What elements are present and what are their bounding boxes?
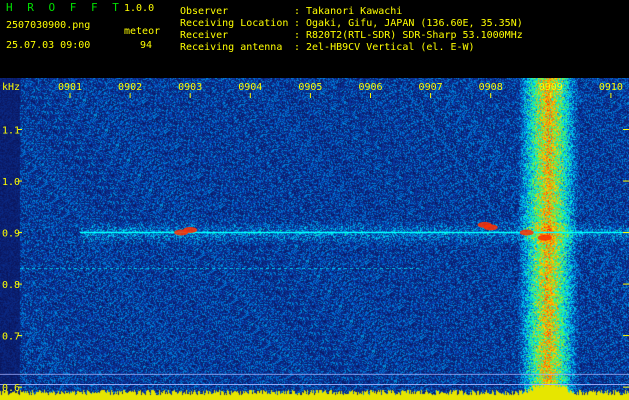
x-tick-label: 0905 — [298, 82, 322, 93]
info-value-location: Ogaki, Gifu, JAPAN (136.60E, 35.35N) — [306, 18, 523, 29]
info-sep: : — [294, 30, 301, 41]
x-tick-label: 0901 — [58, 82, 82, 93]
y-tick-label: 0.8 — [2, 280, 20, 291]
x-tick-label: 0908 — [479, 82, 503, 93]
info-sep: : — [294, 6, 301, 17]
y-tick-label: 1.0 — [2, 177, 20, 188]
x-tick-label: 0910 — [599, 82, 623, 93]
x-tick-label: 0906 — [358, 82, 382, 93]
meteor-echo — [483, 224, 498, 231]
info-key-antenna: Receiving antenna — [180, 42, 283, 53]
y-tick-label: 1.1 — [2, 126, 20, 137]
info-key-observer: Observer — [180, 6, 229, 17]
info-value-receiver: R820T2(RTL-SDR) SDR-Sharp 53.1000MHz — [306, 30, 523, 41]
header-panel: H R O F F T 1.0.0 2507030900.png 25.07.0… — [0, 0, 629, 78]
y-axis-label: kHz — [2, 82, 20, 93]
info-value-antenna: 2el-HB9CV Vertical (el. E-W) — [306, 42, 475, 53]
meteor-count: 94 — [140, 40, 153, 51]
y-tick-label: 0.7 — [2, 332, 20, 343]
meteor-echo — [519, 229, 534, 236]
x-tick-label: 0907 — [419, 82, 443, 93]
y-tick-label: 0.9 — [2, 229, 20, 240]
meteor-label: meteor — [124, 26, 161, 37]
file-name: 2507030900.png — [6, 20, 91, 31]
info-value-observer: Takanori Kawachi — [306, 6, 403, 17]
x-tick-label: 0903 — [178, 82, 202, 93]
y-tick-label: 0.6 — [2, 383, 20, 394]
meteor-echo — [183, 226, 198, 233]
info-sep: : — [294, 42, 301, 53]
x-tick-label: 0904 — [238, 82, 262, 93]
x-tick-label: 0902 — [118, 82, 142, 93]
x-tick-label: 0909 — [539, 82, 563, 93]
info-sep: : — [294, 18, 301, 29]
date-time: 25.07.03 09:00 — [6, 40, 91, 51]
app-version: 1.0.0 — [124, 3, 155, 14]
info-key-location: Receiving Location — [180, 18, 289, 29]
app-name: H R O F F T — [6, 1, 123, 14]
meteor-echo — [537, 234, 552, 241]
info-key-receiver: Receiver — [180, 30, 229, 41]
spectrogram-chart: kHz 0901 0902 0903 0904 0905 0906 0907 0908 0909 0… — [0, 82, 629, 394]
